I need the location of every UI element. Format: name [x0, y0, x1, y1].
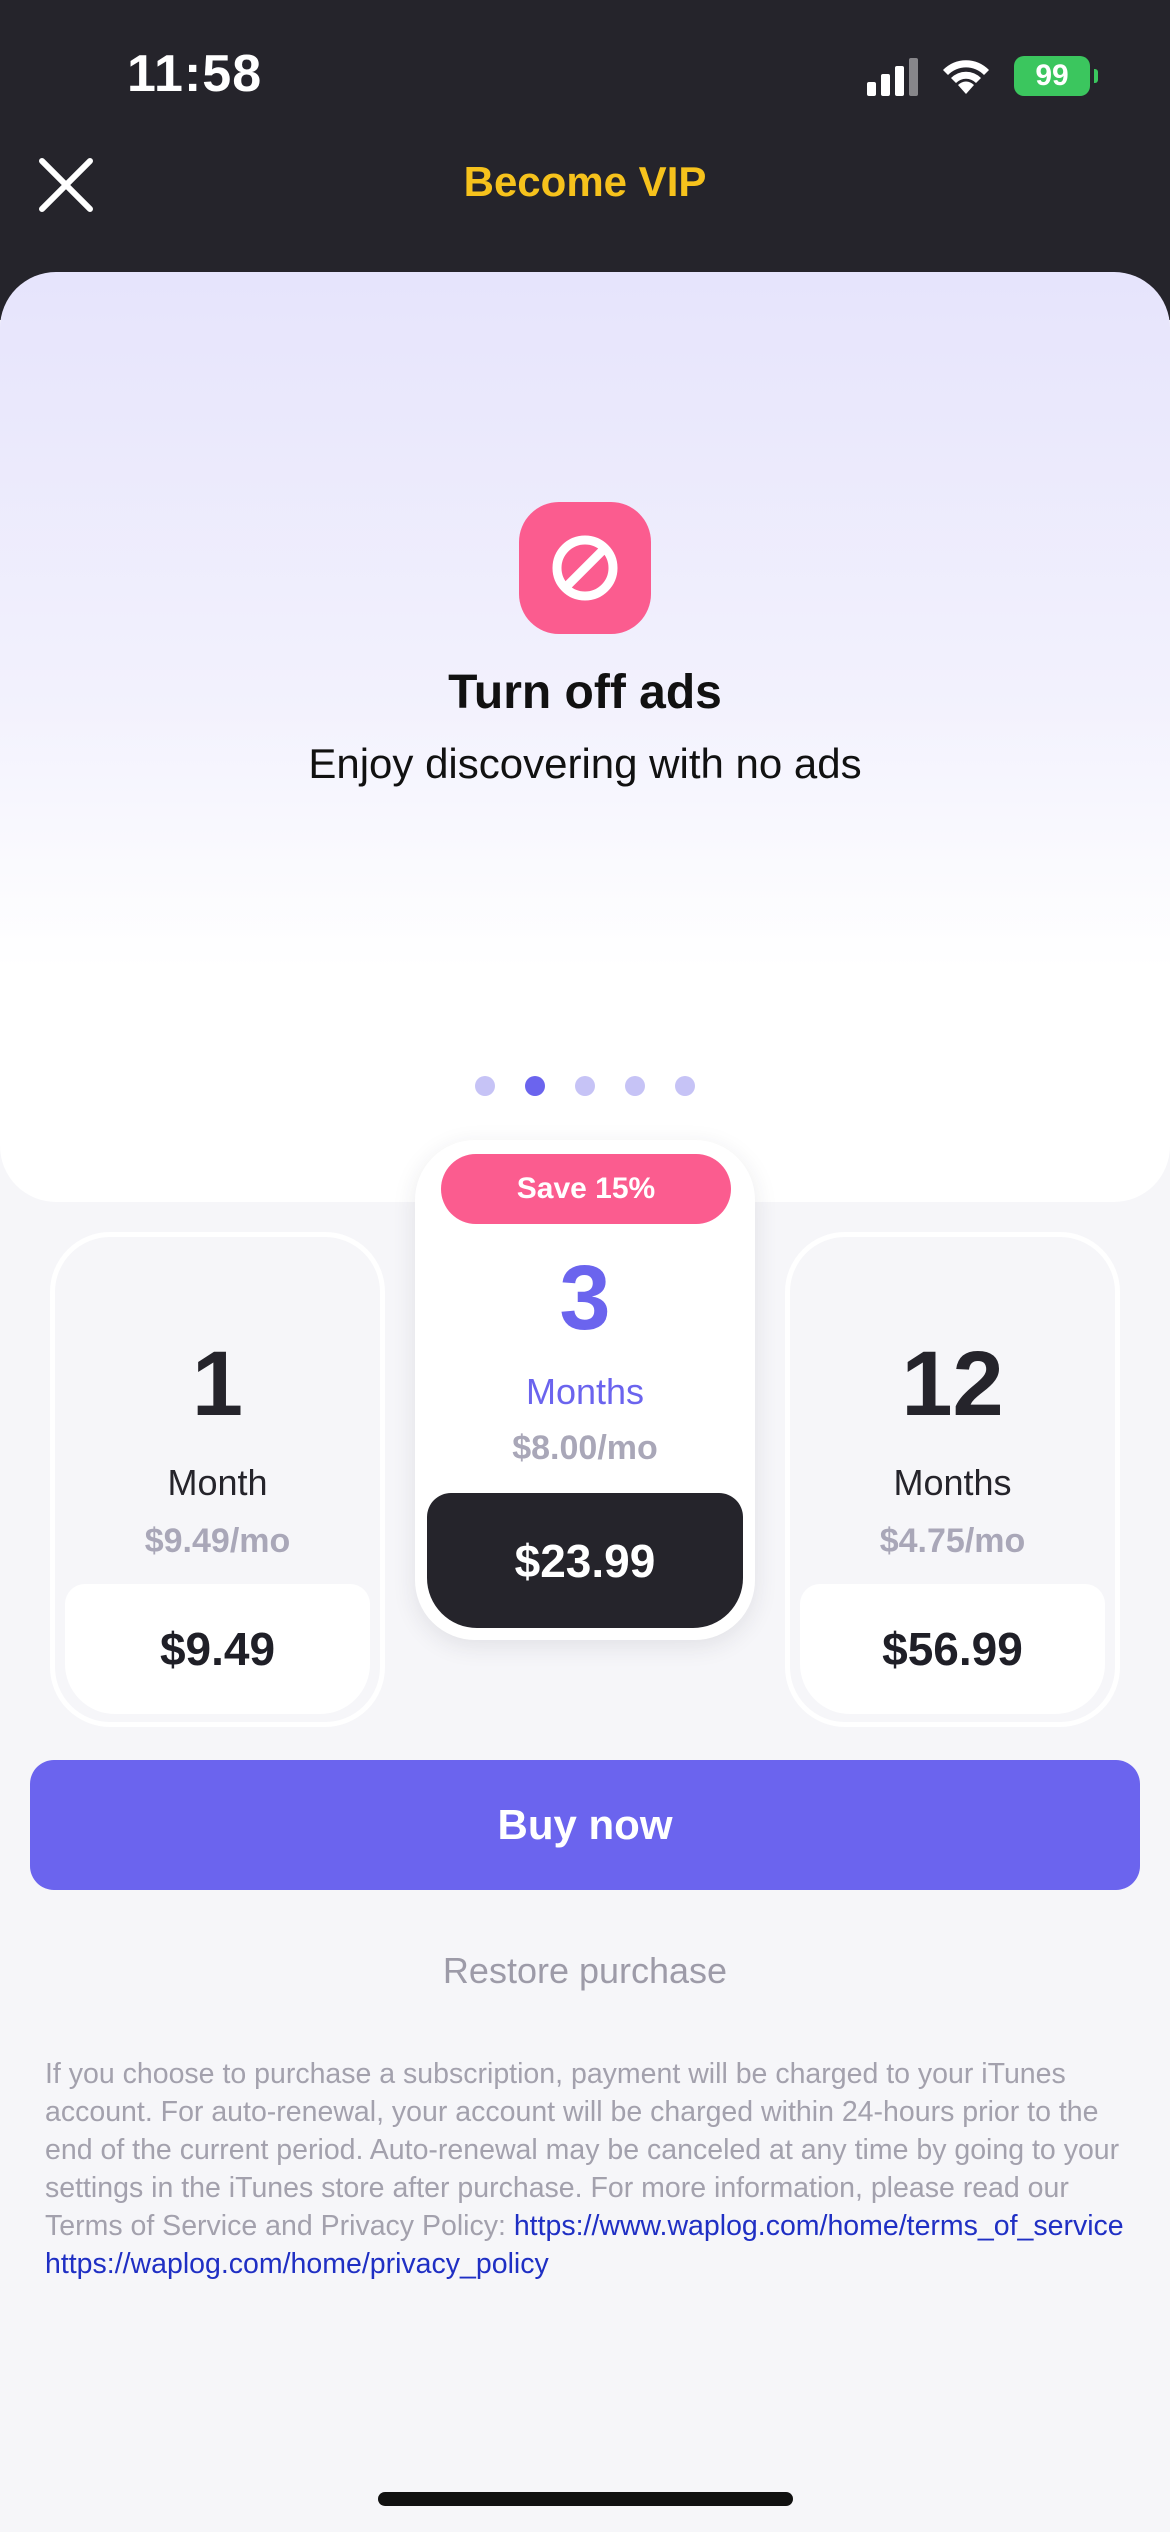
page-dot[interactable] — [575, 1076, 595, 1096]
plan-count: 1 — [191, 1333, 244, 1435]
plan-price: $23.99 — [427, 1493, 743, 1628]
plan-price: $9.49 — [65, 1584, 370, 1714]
plan-count: 12 — [901, 1333, 1004, 1435]
home-indicator[interactable] — [378, 2492, 793, 2506]
feature-title: Turn off ads — [448, 666, 722, 719]
plan-per-month: $8.00/mo — [512, 1429, 658, 1467]
plan-3-months-selected[interactable]: Save 15% 3 Months $8.00/mo $23.99 — [415, 1140, 755, 1640]
plan-unit: Months — [525, 1371, 645, 1412]
restore-purchase-link[interactable]: Restore purchase — [0, 1950, 1170, 1992]
plan-count: 3 — [559, 1247, 611, 1349]
page-dot[interactable] — [625, 1076, 645, 1096]
plan-12-months[interactable]: 12 Months $4.75/mo $56.99 — [785, 1232, 1120, 1727]
cellular-signal-icon — [867, 56, 918, 96]
plan-per-month: $9.49/mo — [144, 1522, 291, 1560]
save-badge: Save 15% — [441, 1154, 731, 1224]
battery-level: 99 — [1035, 59, 1069, 92]
wifi-icon — [943, 60, 989, 94]
feature-carousel[interactable]: Turn off ads Enjoy discovering with no a… — [0, 272, 1170, 1202]
page-title: Become VIP — [463, 158, 707, 205]
page-indicator[interactable] — [0, 1076, 1170, 1096]
status-icons: 99 — [867, 56, 1098, 96]
feature-subtitle: Enjoy discovering with no ads — [308, 740, 862, 787]
legal-text: If you choose to purchase a subscription… — [45, 2055, 1130, 2283]
privacy-policy-link[interactable]: https://waplog.com/home/privacy_policy — [45, 2248, 549, 2280]
plan-per-month: $4.75/mo — [879, 1522, 1026, 1560]
no-ads-icon — [519, 502, 651, 634]
plan-1-month[interactable]: 1 Month $9.49/mo $9.49 — [50, 1232, 385, 1727]
page-dot[interactable] — [675, 1076, 695, 1096]
terms-of-service-link[interactable]: https://www.waplog.com/home/terms_of_ser… — [514, 2210, 1124, 2242]
battery-icon: 99 — [1014, 56, 1098, 96]
page-dot[interactable] — [475, 1076, 495, 1096]
page-dot-active[interactable] — [525, 1076, 545, 1096]
plan-price: $56.99 — [800, 1584, 1105, 1714]
status-time: 11:58 — [127, 45, 263, 103]
buy-now-button[interactable]: Buy now — [30, 1760, 1140, 1890]
plan-unit: Month — [167, 1462, 268, 1503]
plan-unit: Months — [893, 1462, 1012, 1503]
